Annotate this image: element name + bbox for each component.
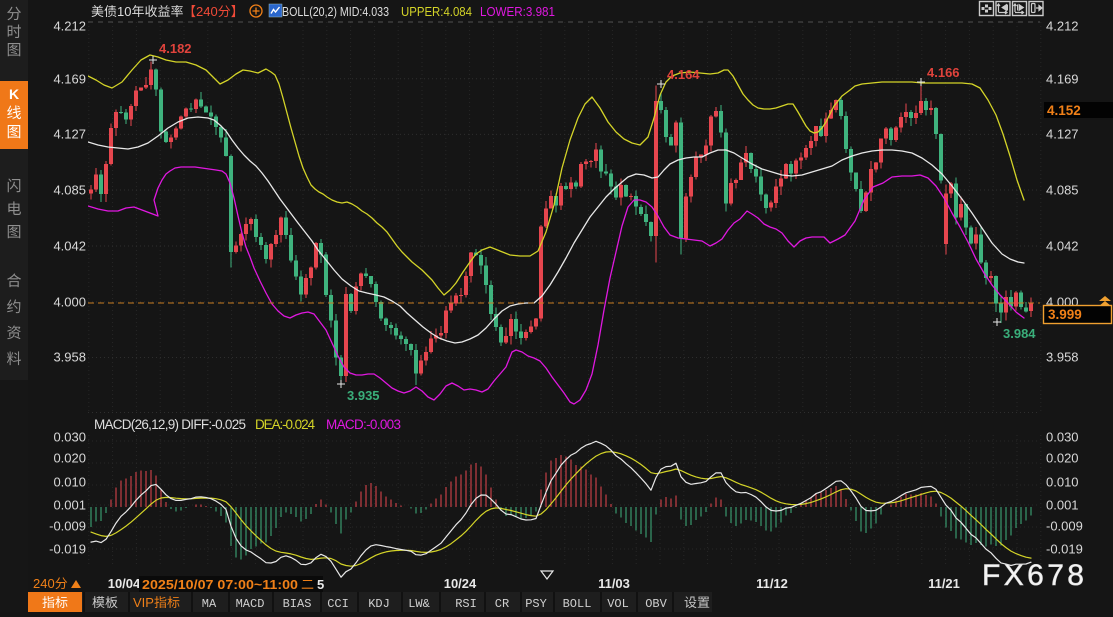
svg-text:4.042: 4.042 [1046,239,1079,254]
svg-text:4.127: 4.127 [1046,127,1079,142]
svg-text:K: K [9,86,19,102]
svg-text:OBV: OBV [645,597,667,611]
svg-text:10: 10 [117,4,131,19]
svg-text:0.001: 0.001 [53,498,86,513]
svg-text:4.127: 4.127 [53,127,86,142]
svg-text:4.152: 4.152 [1047,103,1081,118]
svg-text:2025/10/07 07:00~11:00: 2025/10/07 07:00~11:00 [142,577,298,592]
svg-text:0.001: 0.001 [1046,498,1079,513]
svg-text:4.042: 4.042 [53,239,86,254]
svg-text:0.010: 0.010 [53,475,86,490]
svg-text:4.000: 4.000 [53,295,86,310]
svg-text:VOL: VOL [607,597,629,611]
svg-text:-0.009: -0.009 [1046,519,1083,534]
svg-text:BOLL(20,2) MID:4.033: BOLL(20,2) MID:4.033 [282,4,389,19]
svg-text:4.169: 4.169 [1046,72,1079,87]
svg-text:10/24: 10/24 [444,576,477,591]
svg-text:UPPER:4.084: UPPER:4.084 [401,4,472,19]
svg-text:FX678: FX678 [982,559,1087,592]
svg-text:0.020: 0.020 [1046,451,1079,466]
svg-text:RSI: RSI [455,597,477,611]
svg-text:0.030: 0.030 [53,430,86,445]
svg-text:5: 5 [317,577,324,592]
svg-text:0.030: 0.030 [1046,430,1079,445]
svg-text:-0.019: -0.019 [1046,542,1083,557]
svg-text:DEA:-0.024: DEA:-0.024 [255,417,315,432]
svg-text:LW&: LW& [408,597,430,611]
svg-text:11/03: 11/03 [598,576,630,591]
svg-text:4.166: 4.166 [927,65,960,80]
svg-text:4.085: 4.085 [1046,183,1079,198]
svg-text:0.010: 0.010 [1046,475,1079,490]
svg-text:10/04: 10/04 [108,576,141,591]
svg-text:4.182: 4.182 [159,41,192,56]
svg-text:MA: MA [202,597,217,611]
svg-text:-0.009: -0.009 [49,519,86,534]
svg-text:MACD(26,12,9) DIFF:-0.025: MACD(26,12,9) DIFF:-0.025 [94,417,246,432]
svg-text:240: 240 [33,576,55,591]
svg-text:VIP: VIP [133,595,154,610]
svg-text:LOWER:3.981: LOWER:3.981 [480,4,555,19]
svg-text:0.020: 0.020 [53,451,86,466]
svg-text:MACD:-0.003: MACD:-0.003 [326,417,401,432]
svg-text:CR: CR [495,597,509,611]
svg-text:-0.019: -0.019 [49,542,86,557]
svg-text:4.164: 4.164 [667,67,700,82]
svg-text:240: 240 [196,4,218,19]
svg-text:11/21: 11/21 [928,576,960,591]
svg-text:BOLL: BOLL [563,597,592,611]
svg-text:KDJ: KDJ [368,597,390,611]
svg-text:BIAS: BIAS [283,597,312,611]
svg-text:PSY: PSY [525,597,547,611]
svg-text:3.984: 3.984 [1003,326,1036,341]
svg-text:3.958: 3.958 [53,350,86,365]
svg-text:MACD: MACD [236,597,265,611]
svg-text:4.085: 4.085 [53,183,86,198]
svg-text:3.999: 3.999 [1048,307,1082,322]
svg-text:4.212: 4.212 [53,19,86,34]
svg-text:3.958: 3.958 [1046,350,1079,365]
svg-text:4.212: 4.212 [1046,19,1079,34]
svg-text:4.169: 4.169 [53,72,86,87]
svg-text:CCI: CCI [327,597,349,611]
svg-text:3.935: 3.935 [347,388,380,403]
svg-text:11/12: 11/12 [756,576,788,591]
